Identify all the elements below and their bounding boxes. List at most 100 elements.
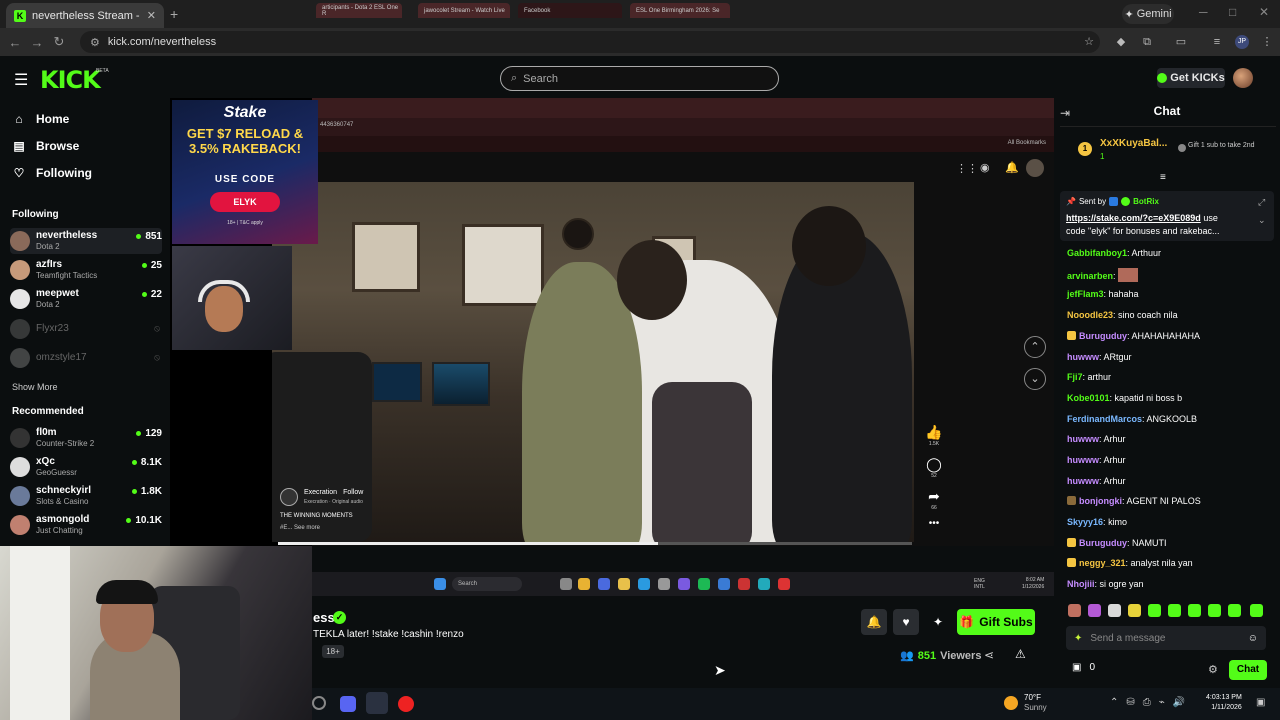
back-icon[interactable]: ←	[4, 35, 26, 50]
minimize-icon[interactable]: ─	[1199, 5, 1208, 19]
chat-username[interactable]: Nooodle23	[1067, 310, 1113, 320]
recommended-channel-xqc[interactable]: xQc GeoGuessr 8.1K	[10, 454, 162, 480]
recommended-channel-asmongold[interactable]: asmongold Just Chatting 10.1K	[10, 512, 162, 538]
sidebar-nav-browse[interactable]: ▤ Browse	[12, 139, 79, 153]
person-hair	[96, 580, 158, 604]
chat-username[interactable]: Gabbifanboy1	[1067, 248, 1127, 258]
reload-icon[interactable]: ↻	[48, 34, 70, 50]
emote-icon[interactable]	[1208, 604, 1221, 617]
emote-icon[interactable]	[1108, 604, 1121, 617]
expand-pin-icon[interactable]: ⌄	[1258, 215, 1266, 226]
chat-username[interactable]: Skyyy16	[1067, 517, 1103, 527]
channel-points[interactable]: ▣ 0	[1072, 662, 1095, 673]
menu-dots-icon[interactable]: ⋮	[1260, 35, 1274, 49]
forward-icon[interactable]: →	[26, 35, 48, 50]
user-avatar[interactable]	[1233, 68, 1253, 88]
weather-status: Sunny	[1024, 703, 1047, 712]
following-channel-omzstyle17[interactable]: omzstyle17 ⦸	[10, 345, 162, 371]
gift-subs-button[interactable]: 🎁 Gift Subs	[957, 609, 1035, 635]
chat-message: huwww: ARtgur	[1067, 352, 1132, 362]
chat-settings-icon[interactable]: ⚙	[1208, 663, 1218, 676]
cast-icon[interactable]: ▭	[1174, 35, 1188, 49]
chat-username[interactable]: huwww	[1067, 476, 1099, 486]
tab-close-icon[interactable]: ✕	[147, 9, 156, 22]
share-stream-icon[interactable]: ⋖	[984, 648, 994, 662]
emote-icon[interactable]	[1250, 604, 1263, 617]
following-channel-flyxr23[interactable]: Flyxr23 ⦸	[10, 316, 162, 342]
recommended-channel-fl0m[interactable]: fl0m Counter-Strike 2 129	[10, 425, 162, 451]
new-tab-icon[interactable]: +	[170, 6, 178, 22]
tray-icons[interactable]: ⌃⛁⎙⌁🔊	[1110, 697, 1193, 708]
following-channel-nevertheless[interactable]: nevertheless Dota 2 851	[10, 228, 162, 254]
get-kicks-button[interactable]: Get KICKs	[1157, 68, 1225, 88]
chat-username[interactable]: Buruguduy	[1079, 538, 1127, 548]
comment-icon: ◯	[926, 456, 942, 472]
chat-message-input[interactable]: ✦ Send a message ☺	[1066, 626, 1266, 650]
chat-username[interactable]: Nhojiii	[1067, 579, 1095, 589]
discord-taskbar-icon[interactable]	[340, 696, 356, 712]
emote-icon[interactable]	[1148, 604, 1161, 617]
chat-username[interactable]: huwww	[1067, 455, 1099, 465]
stream-address-bar: 4436360747	[312, 118, 1054, 136]
profile-avatar[interactable]: JP	[1235, 35, 1249, 49]
hamburger-menu-icon[interactable]: ☰	[14, 70, 28, 90]
emote-icon[interactable]	[1088, 604, 1101, 617]
chat-username[interactable]: huwww	[1067, 434, 1099, 444]
media-control-icon[interactable]: ≡	[1210, 35, 1224, 49]
close-window-icon[interactable]: ✕	[1259, 5, 1269, 19]
recommended-channel-schneckyirl[interactable]: schneckyirl Slots & Casino 1.8K	[10, 483, 162, 509]
chat-username[interactable]: jefFlam3	[1067, 289, 1104, 299]
following-channel-meepwet[interactable]: meepwet Dota 2 22	[10, 286, 162, 312]
chat-username[interactable]: bonjongki	[1079, 496, 1122, 506]
sidebar-nav-following[interactable]: ♡ Following	[12, 166, 92, 180]
bookmark-star-icon[interactable]: ☆	[1082, 35, 1096, 49]
maximize-icon[interactable]: □	[1229, 5, 1236, 19]
chat-message: huwww: Arhur	[1067, 455, 1126, 465]
chat-username[interactable]: Buruguduy	[1079, 331, 1127, 341]
sidebar-nav-home[interactable]: ⌂ Home	[12, 112, 69, 126]
chat-username[interactable]: arvinarben	[1067, 271, 1113, 281]
kick-logo[interactable]: KICK	[40, 66, 101, 94]
extensions-icon[interactable]: ⧉	[1140, 35, 1154, 49]
chat-username[interactable]: neggy_321	[1079, 558, 1126, 568]
unpin-icon[interactable]: ⤢	[1258, 197, 1265, 208]
pinned-link[interactable]: https://stake.com/?c=eX9E089d	[1066, 213, 1201, 223]
emoji-picker-icon[interactable]: ☺	[1248, 633, 1258, 644]
address-bar[interactable]: ⚙ kick.com/nevertheless	[80, 31, 1100, 53]
emote-icon[interactable]	[1068, 604, 1081, 617]
browser-tab[interactable]: K nevertheless Stream - Watch Li ✕	[6, 3, 164, 28]
channel-name-heading[interactable]: ess	[313, 610, 335, 625]
gift-prompt[interactable]: Gift 1 sub to take 2nd	[1188, 142, 1268, 150]
chat-filter-icon[interactable]: ≡	[1160, 172, 1166, 183]
windows-clock[interactable]: 4:03:13 PM 1/11/2026	[1206, 693, 1242, 713]
chat-username[interactable]: Kobe0101	[1067, 393, 1110, 403]
emote-icon[interactable]	[1168, 604, 1181, 617]
follow-heart-button[interactable]: ♥	[893, 609, 919, 635]
shield-extension-icon[interactable]: ◆	[1114, 35, 1128, 49]
sparkle-button[interactable]: ✦	[925, 609, 951, 635]
stake-ad-banner[interactable]: Stake GET $7 RELOAD & 3.5% RAKEBACK! USE…	[172, 100, 318, 244]
kick-sparkle-icon[interactable]: ✦	[1074, 633, 1082, 644]
search-input[interactable]: ⌕ Search	[500, 66, 779, 91]
steam-taskbar-icon[interactable]	[366, 692, 388, 714]
emote-icon[interactable]	[1128, 604, 1141, 617]
taskbar-app-icon[interactable]	[312, 696, 326, 710]
show-more-link[interactable]: Show More	[12, 382, 58, 392]
chat-send-button[interactable]: Chat	[1229, 660, 1267, 680]
site-info-icon[interactable]: ⚙	[90, 36, 100, 49]
weather-widget[interactable]: 70°F Sunny	[1024, 693, 1047, 713]
share-icon: ➦	[928, 488, 940, 504]
top-gifter-name[interactable]: XxXKuyaBal...	[1100, 138, 1167, 149]
report-warning-icon[interactable]: ⚠	[1015, 647, 1026, 661]
chat-username[interactable]: huwww	[1067, 352, 1099, 362]
chat-username[interactable]: FerdinandMarcos	[1067, 414, 1142, 424]
emote-icon[interactable]	[1188, 604, 1201, 617]
emote-icon[interactable]	[1228, 604, 1241, 617]
chat-username[interactable]: Fji7	[1067, 372, 1083, 382]
gemini-button[interactable]: ✦ Gemini	[1122, 4, 1174, 24]
avatar	[10, 319, 30, 339]
notification-center-icon[interactable]: ▣	[1256, 697, 1265, 708]
media-taskbar-icon[interactable]	[398, 696, 414, 712]
following-channel-azfirs[interactable]: azfIrs Teamfight Tactics 25	[10, 257, 162, 283]
notification-bell-button[interactable]: 🔔	[861, 609, 887, 635]
